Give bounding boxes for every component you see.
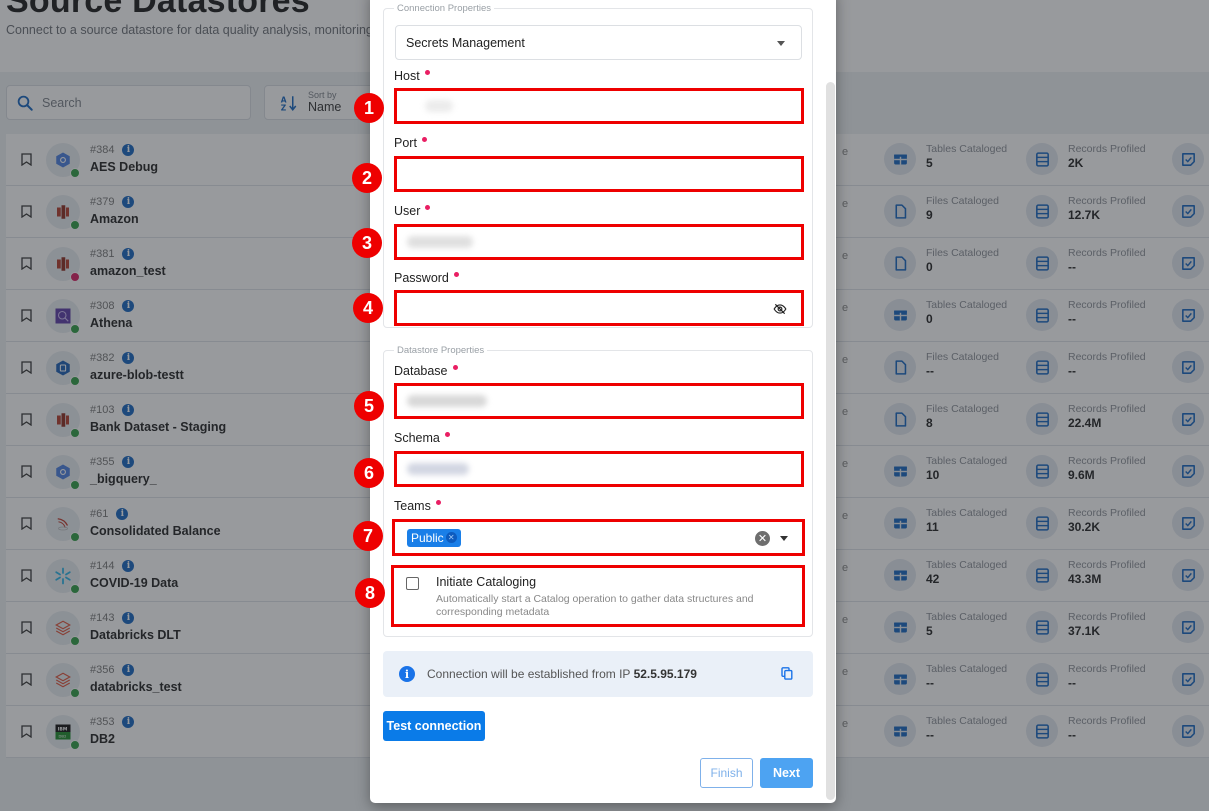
port-label: Port xyxy=(394,136,427,150)
callout-8: 8 xyxy=(355,578,385,608)
required-indicator xyxy=(421,137,427,142)
required-indicator xyxy=(425,205,431,210)
user-value-redacted xyxy=(407,236,473,248)
host-label: Host xyxy=(394,69,430,83)
teams-select[interactable]: Public ✕ ✕ xyxy=(392,519,805,556)
team-chip-public: Public ✕ xyxy=(407,528,461,547)
teams-label: Teams xyxy=(394,499,441,513)
finish-button[interactable]: Finish xyxy=(700,758,753,788)
info-icon: i xyxy=(399,666,415,682)
clear-selection-icon[interactable]: ✕ xyxy=(755,531,770,546)
user-label: User xyxy=(394,204,431,218)
required-indicator xyxy=(435,500,441,505)
schema-value-redacted xyxy=(407,463,469,475)
initiate-cataloging-option: Initiate Cataloging Automatically start … xyxy=(391,565,805,627)
connection-type-select[interactable]: Secrets Management xyxy=(395,25,802,60)
connection-type-value: Secrets Management xyxy=(406,35,525,50)
ip-address: 52.5.95.179 xyxy=(633,667,697,681)
schema-field[interactable] xyxy=(394,451,804,487)
password-label: Password xyxy=(394,271,459,285)
callout-6: 6 xyxy=(354,458,384,488)
chevron-down-icon[interactable] xyxy=(780,536,788,541)
port-field[interactable] xyxy=(394,156,804,192)
datastore-properties-legend: Datastore Properties xyxy=(397,345,485,356)
password-field[interactable] xyxy=(394,290,804,326)
callout-3: 3 xyxy=(352,228,382,258)
copy-icon[interactable] xyxy=(781,667,793,680)
required-indicator xyxy=(453,272,459,277)
ip-message: Connection will be established from IP 5… xyxy=(427,667,697,681)
callout-1: 1 xyxy=(354,93,384,123)
chip-remove-icon[interactable]: ✕ xyxy=(445,532,457,543)
required-indicator xyxy=(444,432,450,437)
initiate-cataloging-description: Automatically start a Catalog operation … xyxy=(436,593,754,618)
callout-5: 5 xyxy=(354,391,384,421)
database-label: Database xyxy=(394,364,458,378)
required-indicator xyxy=(424,70,430,75)
database-value-redacted xyxy=(407,395,487,407)
callout-2: 2 xyxy=(352,163,382,193)
eye-off-icon[interactable] xyxy=(773,302,787,316)
initiate-cataloging-checkbox[interactable] xyxy=(406,577,419,590)
next-button[interactable]: Next xyxy=(760,758,813,788)
host-field[interactable] xyxy=(394,88,804,124)
connection-properties-legend: Connection Properties xyxy=(397,3,491,14)
chevron-down-icon xyxy=(777,41,785,46)
required-indicator xyxy=(452,365,458,370)
test-connection-button[interactable]: Test connection xyxy=(383,711,485,741)
user-field[interactable] xyxy=(394,224,804,260)
host-value-redacted xyxy=(425,100,453,112)
ip-info-banner: i Connection will be established from IP… xyxy=(383,651,813,697)
callout-4: 4 xyxy=(353,293,383,323)
callout-7: 7 xyxy=(353,521,383,551)
initiate-cataloging-label: Initiate Cataloging xyxy=(436,575,537,589)
add-datastore-modal: Connection Properties Secrets Management… xyxy=(370,0,836,803)
database-field[interactable] xyxy=(394,383,804,419)
modal-scrollbar[interactable] xyxy=(826,82,835,800)
schema-label: Schema xyxy=(394,431,450,445)
